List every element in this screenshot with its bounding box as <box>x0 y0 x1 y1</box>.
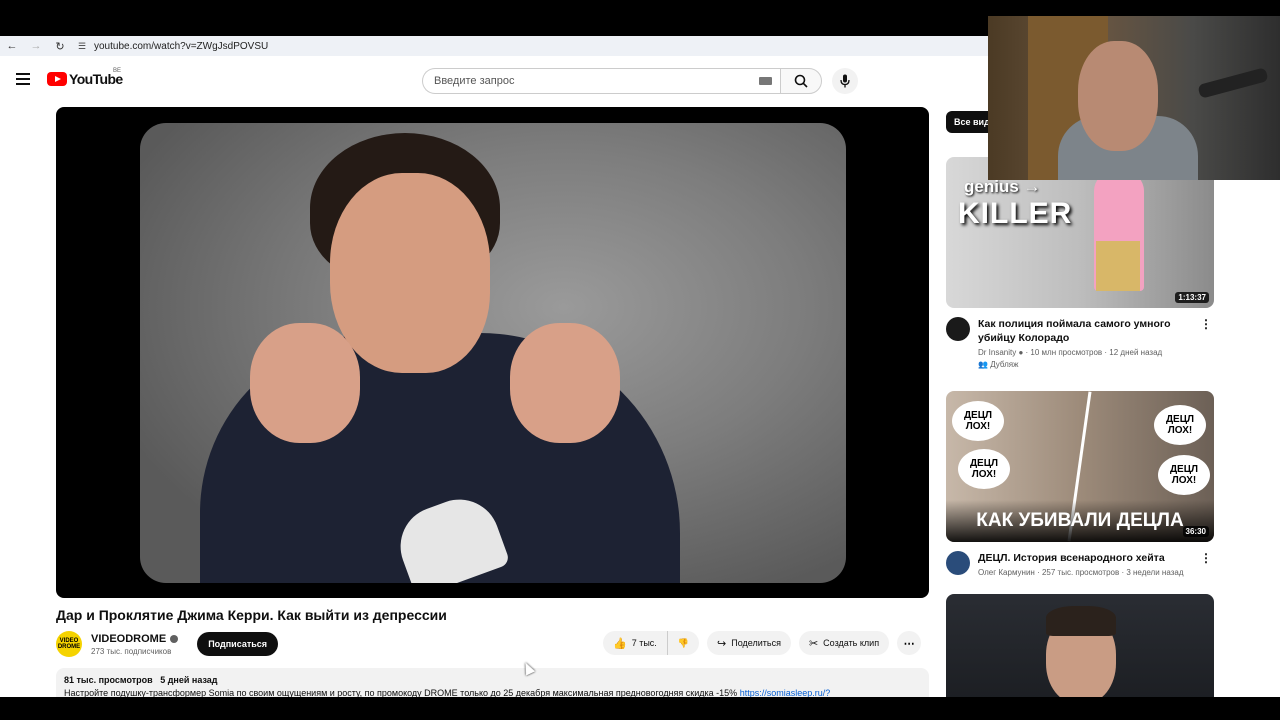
view-count: 81 тыс. просмотров <box>64 675 153 685</box>
channel-info: VIDEODROME 273 тыс. подписчиков <box>91 633 179 656</box>
url-text[interactable]: youtube.com/watch?v=ZWgJsdPOVSU <box>94 41 268 52</box>
recommendation-date: 12 дней назад <box>1109 348 1163 357</box>
recommendation-views: 10 млн просмотров <box>1030 348 1103 357</box>
like-button[interactable]: 👍 7 тыс. <box>603 631 667 655</box>
screen-bottom-bar <box>0 697 1280 720</box>
recommendation-views: 257 тыс. просмотров <box>1041 568 1120 577</box>
video-player[interactable] <box>56 107 929 598</box>
speech-bubble: ДЕЦЛ ЛОХ! <box>1158 455 1210 495</box>
forward-icon[interactable]: → <box>24 40 48 52</box>
channel-avatar[interactable] <box>946 551 970 575</box>
more-horizontal-icon: ⋯ <box>903 637 915 650</box>
channel-name-text[interactable]: VIDEODROME <box>91 633 166 645</box>
webcam-microphone <box>1197 67 1269 99</box>
youtube-logo[interactable]: YouTube BE <box>47 68 123 87</box>
video-subject-left-hand <box>250 323 360 443</box>
speech-bubble: ДЕЦЛ ЛОХ! <box>952 401 1004 441</box>
thumbs-down-icon: 👎 <box>677 637 690 648</box>
video-actions: 👍 7 тыс. 👎 ↪ Поделиться ✂ Создать клип ⋯ <box>603 631 922 655</box>
description-text: Настройте подушку-трансформер Somia по с… <box>64 688 921 697</box>
video-title: Дар и Проклятие Джима Керри. Как выйти и… <box>56 607 447 623</box>
clip-button[interactable]: ✂ Создать клип <box>798 631 890 655</box>
subscribe-button[interactable]: Подписаться <box>197 632 279 656</box>
thumbs-up-icon: 👍 <box>613 637 627 650</box>
recommendation-title[interactable]: Как полиция поймала самого умного убийцу… <box>978 317 1188 345</box>
duration-badge: 36:30 <box>1182 526 1209 537</box>
dub-badge: 👥 Дубляж <box>978 360 1214 369</box>
share-label: Поделиться <box>731 638 781 648</box>
share-icon: ↪ <box>717 637 727 650</box>
duration-badge: 1:13:37 <box>1175 292 1209 303</box>
speech-bubble: ДЕЦЛ ЛОХ! <box>958 449 1010 489</box>
video-owner: VIDEO DROME VIDEODROME 273 тыс. подписчи… <box>56 631 279 657</box>
recommendation-meta: Олег Кармунин · 257 тыс. просмотров · 3 … <box>978 568 1214 577</box>
upload-date: 5 дней назад <box>160 675 218 685</box>
recommendation-item[interactable]: genius → KILLER 1:13:37 Как полиция пойм… <box>946 157 1214 369</box>
description-box[interactable]: 81 тыс. просмотров 5 дней назад Настройт… <box>56 668 929 697</box>
channel-avatar[interactable] <box>946 317 970 341</box>
channel-avatar[interactable]: VIDEO DROME <box>56 631 82 657</box>
region-code: BE <box>113 68 122 74</box>
verified-icon <box>170 634 179 643</box>
scissors-icon: ✂ <box>808 637 819 650</box>
recommendation-channel[interactable]: Dr Insanity <box>978 348 1016 357</box>
video-subject-face <box>330 173 490 373</box>
thumbnail-hair <box>1046 606 1116 636</box>
search-icon <box>794 74 808 88</box>
recommendation-info: ДЕЦЛ. История всенародного хейта Олег Ка… <box>946 542 1214 577</box>
search-bar: Введите запрос <box>422 68 858 94</box>
recommendation-item[interactable] <box>946 594 1214 697</box>
verified-icon: ● <box>1018 348 1026 357</box>
reload-icon[interactable]: ↻ <box>48 40 72 53</box>
search-input[interactable]: Введите запрос <box>422 68 780 94</box>
youtube-play-icon <box>47 72 67 86</box>
keyboard-icon[interactable] <box>759 77 772 85</box>
dislike-button[interactable]: 👎 <box>666 631 700 655</box>
like-dislike-group: 👍 7 тыс. 👎 <box>603 631 700 655</box>
description-meta: 81 тыс. просмотров 5 дней назад <box>64 675 921 685</box>
subscriber-count: 273 тыс. подписчиков <box>91 646 172 656</box>
search-placeholder: Введите запрос <box>434 75 515 87</box>
thumbnail-figure-legs <box>1096 241 1140 291</box>
like-count: 7 тыс. <box>631 638 657 648</box>
dub-icon: 👥 <box>978 360 988 369</box>
thumbnail-text: genius → <box>964 177 1041 196</box>
webcam-overlay <box>988 16 1280 180</box>
video-frame <box>140 123 846 583</box>
back-icon[interactable]: ← <box>0 40 24 52</box>
recommendation-thumbnail[interactable]: ДЕЦЛ ЛОХ! ДЕЦЛ ЛОХ! ДЕЦЛ ЛОХ! ДЕЦЛ ЛОХ! … <box>946 391 1214 542</box>
description-link[interactable]: https://somiasleep.ru/? <box>740 688 831 697</box>
share-button[interactable]: ↪ Поделиться <box>707 631 791 655</box>
recommendation-date: 3 недели назад <box>1126 568 1184 577</box>
speech-bubble: ДЕЦЛ ЛОХ! <box>1154 405 1206 445</box>
clip-label: Создать клип <box>823 638 880 648</box>
recommendation-item[interactable]: ДЕЦЛ ЛОХ! ДЕЦЛ ЛОХ! ДЕЦЛ ЛОХ! ДЕЦЛ ЛОХ! … <box>946 391 1214 577</box>
video-subject-right-hand <box>510 323 620 443</box>
microphone-icon <box>840 74 850 88</box>
channel-name[interactable]: VIDEODROME <box>91 633 179 645</box>
webcam-person-head <box>1078 41 1158 151</box>
voice-search-button[interactable] <box>832 68 858 94</box>
menu-icon[interactable] <box>16 73 30 88</box>
description-body: Настройте подушку-трансформер Somia по с… <box>64 688 738 697</box>
recommendation-channel[interactable]: Олег Кармунин <box>978 568 1035 577</box>
more-actions-button[interactable]: ⋯ <box>897 631 922 655</box>
recommendation-info: Как полиция поймала самого умного убийцу… <box>946 308 1214 369</box>
site-settings-icon[interactable]: ☰ <box>74 41 90 52</box>
recommendation-meta: Dr Insanity ● · 10 млн просмотров · 12 д… <box>978 348 1214 357</box>
search-button[interactable] <box>780 68 822 94</box>
recommendation-title[interactable]: ДЕЦЛ. История всенародного хейта <box>978 551 1188 565</box>
thumbnail-text: KILLER <box>958 197 1073 230</box>
thumbnail-text: КАК УБИВАЛИ ДЕЦЛА <box>976 510 1184 531</box>
recommendation-thumbnail[interactable] <box>946 594 1214 697</box>
kebab-menu-icon[interactable]: ⋮ <box>1200 317 1212 331</box>
dub-label: Дубляж <box>990 360 1019 369</box>
kebab-menu-icon[interactable]: ⋮ <box>1200 551 1212 565</box>
